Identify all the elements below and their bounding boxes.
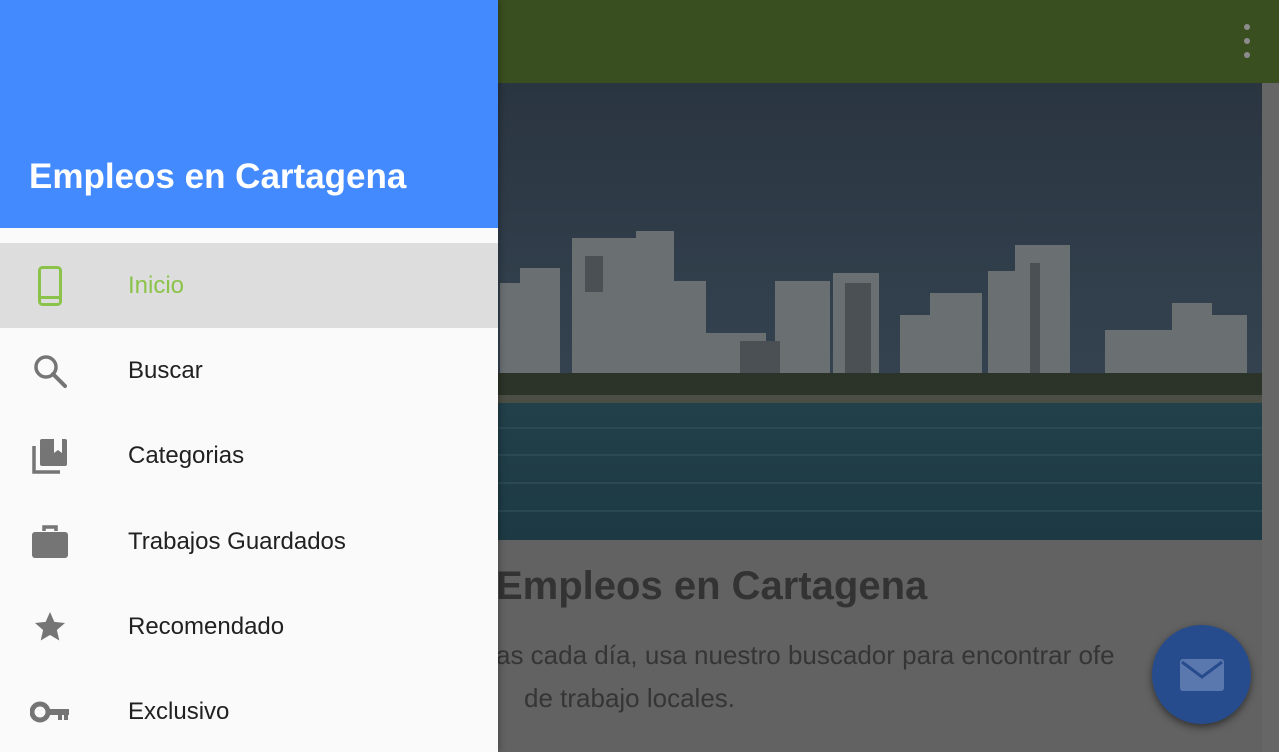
nav-label: Trabajos Guardados <box>128 527 346 555</box>
nav-label: Buscar <box>128 356 203 384</box>
nav-item-categorias[interactable]: Categorias <box>0 414 498 499</box>
nav-item-exclusivo[interactable]: Exclusivo <box>0 669 498 752</box>
more-vert-icon[interactable] <box>1241 24 1253 58</box>
contact-fab-button[interactable] <box>1152 625 1251 724</box>
nav-item-recomendado[interactable]: Recomendado <box>0 584 498 669</box>
navigation-drawer: Empleos en Cartagena Inicio Buscar Categ… <box>0 0 498 752</box>
content-title: Empleos en Cartagena <box>496 564 928 608</box>
collections-bookmark-icon <box>30 436 70 476</box>
nav-label: Categorias <box>128 442 245 470</box>
nav-label: Exclusivo <box>128 698 230 726</box>
drawer-nav-list: Inicio Buscar Categorias Trabajos Guarda… <box>0 243 498 752</box>
content-text-line-1: as cada día, usa nuestro buscador para e… <box>496 640 1115 670</box>
phone-icon <box>30 265 70 306</box>
drawer-header: Empleos en Cartagena <box>0 0 498 228</box>
mail-icon <box>1179 658 1224 691</box>
briefcase-icon <box>30 522 70 562</box>
nav-label: Recomendado <box>128 612 285 640</box>
drawer-title: Empleos en Cartagena <box>29 157 407 196</box>
key-icon <box>30 692 70 732</box>
nav-item-trabajos-guardados[interactable]: Trabajos Guardados <box>0 499 498 584</box>
nav-item-buscar[interactable]: Buscar <box>0 328 498 413</box>
nav-item-inicio[interactable]: Inicio <box>0 243 498 329</box>
scrollbar[interactable] <box>1262 83 1279 752</box>
search-icon <box>30 351 70 391</box>
star-icon <box>30 607 70 647</box>
nav-label: Inicio <box>128 271 185 299</box>
content-text-line-2: de trabajo locales. <box>524 683 736 713</box>
